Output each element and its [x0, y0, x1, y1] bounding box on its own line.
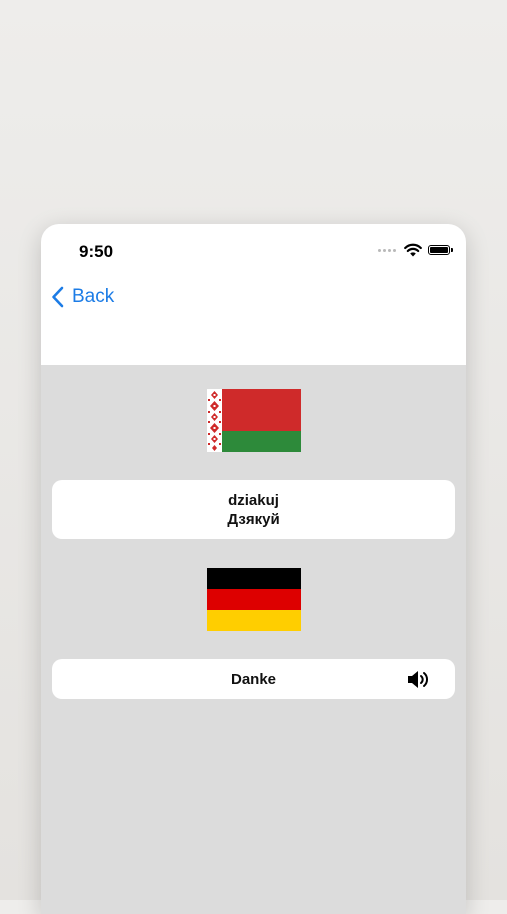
source-word-latin: dziakuj [228, 491, 279, 509]
back-label: Back [72, 286, 115, 307]
target-word-card: Danke [52, 659, 455, 699]
germany-flag [207, 568, 301, 631]
battery-icon [428, 245, 453, 255]
source-word-cyrillic: Дзякуй [227, 510, 280, 528]
target-word: Danke [230, 670, 277, 688]
speaker-icon[interactable] [407, 670, 431, 689]
chevron-left-icon [52, 286, 64, 308]
wifi-icon [404, 243, 422, 257]
phone-screen: 9:50 Back dziakuj Дзякуй Danke [41, 224, 466, 914]
status-icons [378, 243, 453, 257]
belarus-flag [207, 389, 301, 452]
back-button[interactable]: Back [51, 286, 114, 308]
navigation-header: 9:50 Back [41, 224, 466, 365]
cellular-signal-icon [378, 248, 396, 252]
source-word-card: dziakuj Дзякуй [52, 480, 455, 539]
status-time: 9:50 [79, 242, 114, 261]
